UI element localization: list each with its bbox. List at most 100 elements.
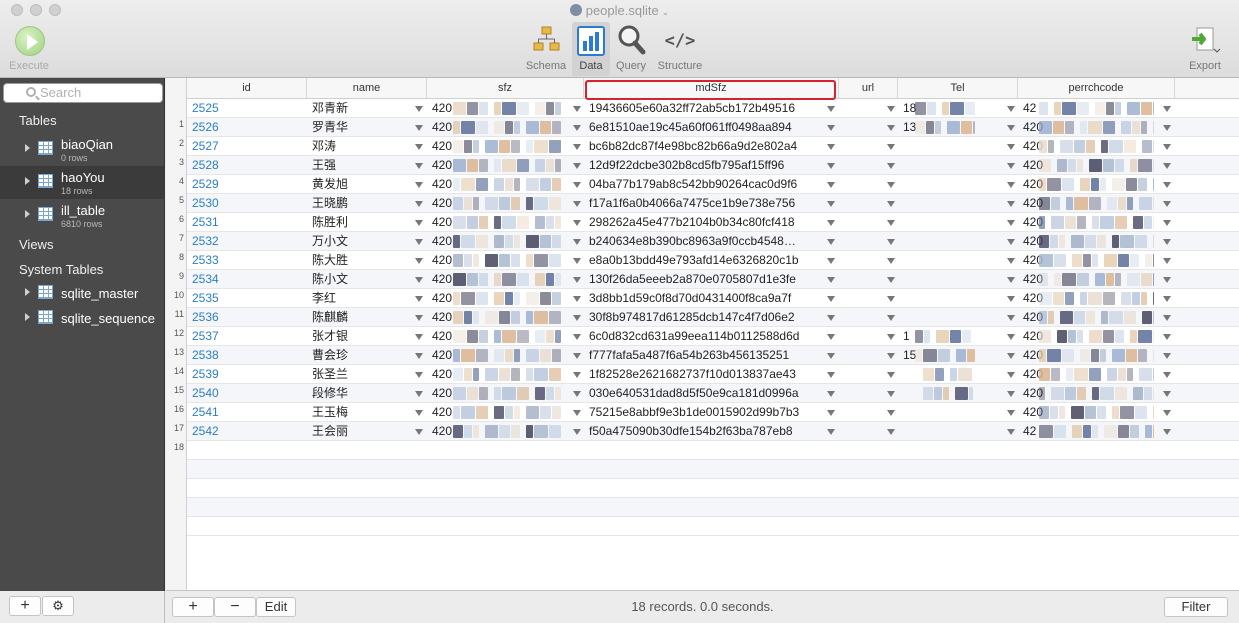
table-row[interactable]: 2536 陈麒麟 420 30f8b974817d61285dcb147c4f7d06…: [187, 308, 1239, 327]
chevron-down-icon[interactable]: [887, 391, 895, 397]
chevron-down-icon[interactable]: [887, 334, 895, 340]
disclosure-triangle-icon[interactable]: [25, 177, 30, 185]
chevron-down-icon[interactable]: [1007, 125, 1015, 131]
chevron-down-icon[interactable]: [887, 163, 895, 169]
chevron-down-icon[interactable]: [415, 239, 423, 245]
chevron-down-icon[interactable]: [827, 296, 835, 302]
cell-id[interactable]: 2537: [192, 327, 302, 346]
table-row[interactable]: [187, 441, 1239, 460]
cell-id[interactable]: 2541: [192, 403, 302, 422]
chevron-down-icon[interactable]: [827, 220, 835, 226]
chevron-down-icon[interactable]: [827, 410, 835, 416]
chevron-down-icon[interactable]: [573, 315, 581, 321]
table-row[interactable]: 2530 王晓鹏 420 f17a1f6a0b4066a7475ce1b9e738e7…: [187, 194, 1239, 213]
cell-mdsfz[interactable]: 12d9f22dcbe302b8cd5fb795af15ff96: [589, 156, 824, 175]
chevron-down-icon[interactable]: [415, 258, 423, 264]
cell-name[interactable]: 段修华: [312, 384, 412, 403]
table-row[interactable]: 2541 王玉梅 420 75215e8abbf9e3b1de0015902d99b7…: [187, 403, 1239, 422]
cell-id[interactable]: 2526: [192, 118, 302, 137]
chevron-down-icon[interactable]: [573, 163, 581, 169]
cell-id[interactable]: 2534: [192, 270, 302, 289]
chevron-down-icon[interactable]: [1007, 201, 1015, 207]
cell-id[interactable]: 2538: [192, 346, 302, 365]
table-row[interactable]: 2542 王会丽 420 f50a475090b30dfe154b2f63ba787e…: [187, 422, 1239, 441]
chevron-down-icon[interactable]: [415, 144, 423, 150]
cell-mdsfz[interactable]: f17a1f6a0b4066a7475ce1b9e738e756: [589, 194, 824, 213]
chevron-down-icon[interactable]: [573, 201, 581, 207]
chevron-down-icon[interactable]: [827, 334, 835, 340]
cell-perrchcode[interactable]: 420: [1023, 270, 1053, 289]
chevron-down-icon[interactable]: [1007, 372, 1015, 378]
cell-name[interactable]: 罗青华: [312, 118, 412, 137]
table-row[interactable]: 2532 万小文 420 b240634e8b390bc8963a9f0ccb4548…: [187, 232, 1239, 251]
chevron-down-icon[interactable]: [415, 429, 423, 435]
chevron-down-icon[interactable]: [887, 410, 895, 416]
column-header-id[interactable]: id: [187, 78, 307, 99]
cell-mdsfz[interactable]: 30f8b974817d61285dcb147c4f7d06e2: [589, 308, 824, 327]
chevron-down-icon[interactable]: [1163, 296, 1171, 302]
chevron-down-icon[interactable]: [887, 296, 895, 302]
chevron-down-icon[interactable]: [1007, 410, 1015, 416]
chevron-down-icon[interactable]: [573, 144, 581, 150]
cell-id[interactable]: 2539: [192, 365, 302, 384]
schema-tab[interactable]: Schema: [523, 22, 569, 76]
cell-perrchcode[interactable]: 420: [1023, 213, 1053, 232]
cell-mdsfz[interactable]: 19436605e60a32ff72ab5cb172b49516: [589, 99, 824, 118]
cell-mdsfz[interactable]: 030e640531dad8d5f50e9ca181d0996a: [589, 384, 824, 403]
chevron-down-icon[interactable]: [1163, 277, 1171, 283]
search-input[interactable]: Search: [3, 83, 163, 103]
chevron-down-icon[interactable]: [1007, 106, 1015, 112]
table-row[interactable]: 2538 曹会珍 420 f777fafa5a487f6a54b263b4561352…: [187, 346, 1239, 365]
chevron-down-icon[interactable]: [1163, 429, 1171, 435]
cell-id[interactable]: 2525: [192, 99, 302, 118]
sidebar-item-ill-table[interactable]: ill_table 6810 rows: [0, 199, 165, 232]
chevron-down-icon[interactable]: [1007, 429, 1015, 435]
table-row[interactable]: 2535 李红 420 3d8bb1d59c0f8d70d0431400f8ca9a7…: [187, 289, 1239, 308]
table-row[interactable]: 2529 黄发旭 420 04ba77b179ab8c542bb90264cac0d9…: [187, 175, 1239, 194]
cell-name[interactable]: 陈麒麟: [312, 308, 412, 327]
chevron-down-icon[interactable]: [1007, 315, 1015, 321]
disclosure-triangle-icon[interactable]: [25, 288, 30, 296]
table-row[interactable]: 2525 邓青新 420 19436605e60a32ff72ab5cb172b495…: [187, 99, 1239, 118]
table-row[interactable]: [187, 517, 1239, 536]
chevron-down-icon[interactable]: [573, 258, 581, 264]
cell-name[interactable]: 王玉梅: [312, 403, 412, 422]
chevron-down-icon[interactable]: [827, 258, 835, 264]
chevron-down-icon[interactable]: [573, 277, 581, 283]
cell-mdsfz[interactable]: f777fafa5a487f6a54b263b456135251: [589, 346, 824, 365]
cell-name[interactable]: 陈大胜: [312, 251, 412, 270]
chevron-down-icon[interactable]: [415, 372, 423, 378]
chevron-down-icon[interactable]: [415, 201, 423, 207]
table-row[interactable]: 2534 陈小文 420 130f26da5eeeb2a870e0705807d1e3…: [187, 270, 1239, 289]
chevron-down-icon[interactable]: [887, 353, 895, 359]
chevron-down-icon[interactable]: [827, 372, 835, 378]
chevron-down-icon[interactable]: [415, 353, 423, 359]
cell-name[interactable]: 张才银: [312, 327, 412, 346]
cell-name[interactable]: 邓青新: [312, 99, 412, 118]
cell-name[interactable]: 曹会珍: [312, 346, 412, 365]
chevron-down-icon[interactable]: [827, 125, 835, 131]
chevron-down-icon[interactable]: [573, 182, 581, 188]
chevron-down-icon[interactable]: [415, 277, 423, 283]
table-row[interactable]: 2537 张才银 420 6c0d832cd631a99eea114b0112588d…: [187, 327, 1239, 346]
gear-icon[interactable]: ⚙: [42, 596, 74, 616]
table-row[interactable]: [187, 460, 1239, 479]
chevron-down-icon[interactable]: [1007, 163, 1015, 169]
chevron-down-icon[interactable]: [1163, 144, 1171, 150]
chevron-down-icon[interactable]: [1163, 163, 1171, 169]
cell-id[interactable]: 2531: [192, 213, 302, 232]
chevron-down-icon[interactable]: [1007, 220, 1015, 226]
chevron-down-icon[interactable]: [1163, 410, 1171, 416]
chevron-down-icon[interactable]: [827, 391, 835, 397]
chevron-down-icon[interactable]: [573, 125, 581, 131]
cell-mdsfz[interactable]: b240634e8b390bc8963a9f0ccb4548…: [589, 232, 824, 251]
chevron-down-icon[interactable]: [1163, 353, 1171, 359]
cell-id[interactable]: 2528: [192, 156, 302, 175]
table-row[interactable]: 2527 邓涛 420 bc6b82dc87f4e98bc82b66a9d2e802a…: [187, 137, 1239, 156]
chevron-down-icon[interactable]: [827, 277, 835, 283]
chevron-down-icon[interactable]: [1163, 372, 1171, 378]
chevron-down-icon[interactable]: [827, 353, 835, 359]
chevron-down-icon[interactable]: [887, 258, 895, 264]
cell-id[interactable]: 2527: [192, 137, 302, 156]
chevron-down-icon[interactable]: [887, 239, 895, 245]
